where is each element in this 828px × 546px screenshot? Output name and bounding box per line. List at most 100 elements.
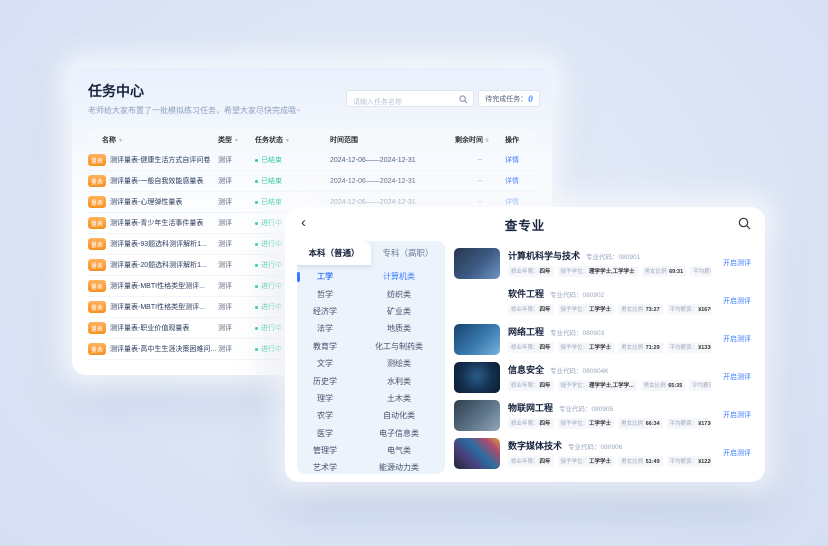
category-item[interactable]: 水利类 — [353, 372, 445, 389]
search-icon[interactable] — [459, 95, 468, 104]
task-time-range: 2024-12-06——2024-12-31 — [330, 157, 455, 164]
major-info: 物联网工程 专业代码：080905 修业年限：四年 授予学位：工学学士 男女比例… — [508, 401, 753, 429]
start-assessment-link[interactable]: 开启测评 — [723, 258, 751, 268]
scale-badge: 量表 — [88, 280, 106, 292]
salary-tag: 平均薪资：¥12800 — [689, 380, 711, 391]
sort-icon[interactable]: ▼ — [234, 138, 239, 144]
task-name: 测评量表-心理弹性量表 — [110, 197, 182, 207]
category-item[interactable]: 文学 — [297, 355, 353, 372]
detail-link[interactable]: 详情 — [505, 197, 536, 207]
start-assessment-link[interactable]: 开启测评 — [723, 448, 751, 458]
scale-badge: 量表 — [88, 301, 106, 313]
task-center-header: 任务中心 老师给大家布置了一批模拟练习任务，希望大家尽快完成哦~ 待完成任务： … — [72, 68, 552, 122]
category-item[interactable]: 工学 — [297, 268, 353, 285]
ratio-tag: 男女比例 73:27 — [618, 304, 663, 315]
major-tags: 修业年限：四年 授予学位：工学学士 男女比例 51:49 平均薪资：¥12200 — [508, 456, 711, 467]
table-column-header[interactable]: 时间范围 — [330, 135, 455, 145]
task-name-cell: 量表 测评量表-MBTI性格类型测评... — [88, 301, 218, 313]
category-item[interactable]: 理学 — [297, 390, 353, 407]
detail-link[interactable]: 详情 — [505, 155, 536, 165]
back-chevron-icon[interactable]: ‹ — [301, 213, 306, 233]
category-columns: 工学哲学经济学法学教育学文学历史学理学农学医学管理学艺术学 计算机类纺织类矿业类… — [297, 265, 445, 474]
category-panel: 本科（普通） 专科（高职） 工学哲学经济学法学教育学文学历史学理学农学医学管理学… — [297, 241, 445, 474]
task-name: 测评量表-青少年生活事件量表 — [110, 218, 203, 228]
category-item[interactable]: 计算机类 — [353, 268, 445, 285]
task-type: 测评 — [218, 155, 255, 165]
category-item[interactable]: 电子信息类 — [353, 425, 445, 442]
degree-tag: 授予学位：工学学士 — [558, 342, 615, 353]
salary-tag: 平均薪资：¥12200 — [667, 456, 711, 467]
task-type: 测评 — [218, 281, 255, 291]
start-assessment-link[interactable]: 开启测评 — [723, 296, 751, 306]
sort-icon[interactable]: ⇅ — [485, 138, 489, 144]
sort-icon[interactable]: ▼ — [285, 138, 290, 144]
pending-tasks-counter: 待完成任务： 0 — [478, 90, 540, 107]
tab-undergraduate[interactable]: 本科（普通） — [297, 241, 371, 265]
category-item[interactable]: 矿业类 — [353, 303, 445, 320]
scale-badge: 量表 — [88, 175, 106, 187]
category-item[interactable]: 哲学 — [297, 285, 353, 302]
major-code: 专业代码：080901 — [586, 251, 640, 261]
category-item[interactable]: 纺织类 — [353, 285, 445, 302]
column-label: 操作 — [505, 137, 519, 144]
table-column-header[interactable]: 名称▼ — [102, 135, 218, 145]
major-name: 物联网工程 — [508, 401, 553, 414]
column-label: 名称 — [102, 137, 116, 144]
major-info: 数字媒体技术 专业代码：080906 修业年限：四年 授予学位：工学学士 男女比… — [508, 439, 753, 467]
scale-badge: 量表 — [88, 259, 106, 271]
category-item[interactable]: 历史学 — [297, 372, 353, 389]
task-type: 测评 — [218, 176, 255, 186]
task-name-cell: 量表 测评量表-20题选科测评解析1... — [88, 259, 218, 271]
category-item[interactable]: 电气类 — [353, 442, 445, 459]
major-name: 网络工程 — [508, 325, 544, 338]
category-item[interactable]: 测绘类 — [353, 355, 445, 372]
major-list-item[interactable]: 信息安全 专业代码：080904K 修业年限：四年 授予学位：理学学士,工学学.… — [454, 358, 753, 396]
task-search-box[interactable] — [346, 90, 474, 107]
ratio-tag: 男女比例 69:31 — [642, 266, 687, 277]
major-list-item[interactable]: 软件工程 专业代码：080902 修业年限：四年 授予学位：工学学士 男女比例 … — [454, 282, 753, 320]
start-assessment-link[interactable]: 开启测评 — [723, 372, 751, 382]
sort-icon[interactable]: ▼ — [118, 138, 123, 144]
ratio-tag: 男女比例 66:34 — [618, 418, 663, 429]
task-remaining-time: -- — [455, 178, 505, 185]
category-item[interactable]: 艺术学 — [297, 459, 353, 474]
category-item[interactable]: 化工与制药类 — [353, 338, 445, 355]
category-item[interactable]: 教育学 — [297, 338, 353, 355]
category-item[interactable]: 法学 — [297, 320, 353, 337]
major-list-item[interactable]: 计算机科学与技术 专业代码：080901 修业年限：四年 授予学位：理学学士,工… — [454, 244, 753, 282]
column-label: 任务状态 — [255, 137, 283, 144]
category-item[interactable]: 地质类 — [353, 320, 445, 337]
table-column-header[interactable]: 类型▼ — [218, 135, 255, 145]
task-remaining-time: -- — [455, 199, 505, 206]
task-search-input[interactable] — [347, 95, 473, 110]
ratio-tag: 男女比例 71:29 — [618, 342, 663, 353]
start-assessment-link[interactable]: 开启测评 — [723, 334, 751, 344]
category-item[interactable]: 经济学 — [297, 303, 353, 320]
task-status: 已结束 — [255, 155, 330, 165]
table-column-header[interactable]: 操作 — [505, 135, 536, 145]
major-list-item[interactable]: 物联网工程 专业代码：080905 修业年限：四年 授予学位：工学学士 男女比例… — [454, 396, 753, 434]
table-column-header[interactable]: 剩余时间⇅ — [455, 135, 505, 145]
detail-link[interactable]: 详情 — [505, 176, 536, 186]
category-item[interactable]: 自动化类 — [353, 407, 445, 424]
task-name: 测评量表-93题选科测评解析1... — [110, 239, 207, 249]
degree-tag: 授予学位：工学学士 — [558, 456, 615, 467]
tab-vocational[interactable]: 专科（高职） — [371, 241, 445, 265]
table-column-header[interactable]: 任务状态▼ — [255, 135, 330, 145]
duration-tag: 修业年限：四年 — [508, 342, 554, 353]
major-list-item[interactable]: 数字媒体技术 专业代码：080906 修业年限：四年 授予学位：工学学士 男女比… — [454, 434, 753, 472]
category-item[interactable]: 管理学 — [297, 442, 353, 459]
task-name-cell: 量表 测评量表-心理弹性量表 — [88, 196, 218, 208]
major-list-item[interactable]: 网络工程 专业代码：080903 修业年限：四年 授予学位：工学学士 男女比例 … — [454, 320, 753, 358]
major-name: 信息安全 — [508, 363, 544, 376]
task-name-cell: 量表 测评量表-职业价值观量表 — [88, 322, 218, 334]
category-item[interactable]: 土木类 — [353, 390, 445, 407]
major-code: 专业代码：080906 — [568, 441, 622, 451]
category-item[interactable]: 能源动力类 — [353, 459, 445, 474]
task-name-cell: 量表 测评量表-青少年生活事件量表 — [88, 217, 218, 229]
category-item[interactable]: 医学 — [297, 425, 353, 442]
search-icon[interactable] — [738, 217, 751, 230]
task-type: 测评 — [218, 344, 255, 354]
category-item[interactable]: 农学 — [297, 407, 353, 424]
start-assessment-link[interactable]: 开启测评 — [723, 410, 751, 420]
